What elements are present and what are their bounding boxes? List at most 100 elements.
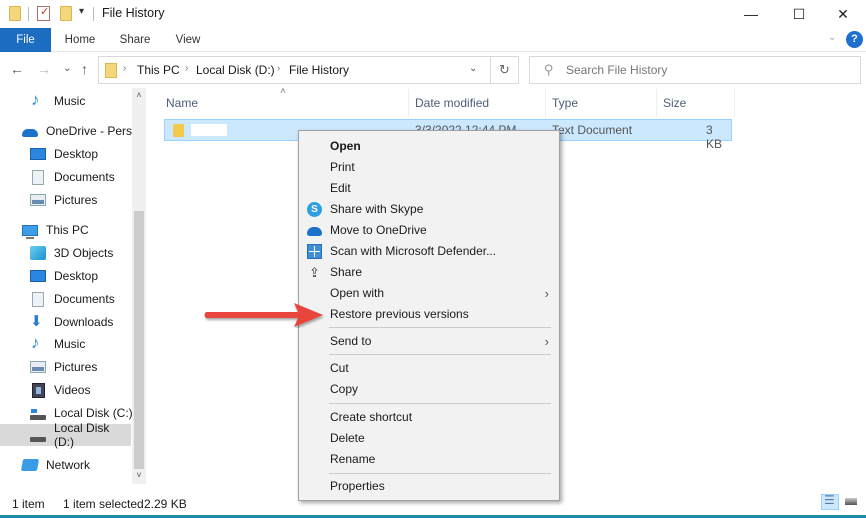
menu-item-move-to-onedrive[interactable]: Move to OneDrive [299,220,559,241]
expand-ribbon-icon[interactable]: ⌄ [828,32,836,43]
menu-item-send-to[interactable]: Send to › [299,331,559,352]
menu-item-restore-previous-versions[interactable]: Restore previous versions [299,304,559,325]
sidebar-item-pictures[interactable]: Pictures [30,356,97,378]
sidebar-item-downloads[interactable]: Downloads [30,311,113,333]
address-dropdown-icon[interactable]: ⌄ [469,63,477,74]
window-title: File History [102,6,165,20]
menu-item-print[interactable]: Print [299,157,559,178]
sidebar-item-network[interactable]: Network [20,454,90,476]
menu-item-label: Restore previous versions [330,307,469,321]
sidebar-item-onedrive-documents[interactable]: Documents [30,166,115,188]
maximize-button[interactable]: ☐ [776,0,822,28]
menu-item-cut[interactable]: Cut [299,358,559,379]
menu-item-share[interactable]: ⇪ Share [299,262,559,283]
menu-item-label: Open [330,139,361,153]
sidebar-item-onedrive-desktop[interactable]: Desktop [30,143,98,165]
menu-item-copy[interactable]: Copy [299,379,559,400]
sidebar-item-documents[interactable]: Documents [30,288,115,310]
sidebar-item-this-pc[interactable]: This PC [22,219,89,241]
close-button[interactable]: ✕ [820,0,866,28]
menu-item-label: Properties [330,479,385,493]
new-folder-icon[interactable] [60,6,72,21]
music-icon [30,333,46,353]
breadcrumb-separator[interactable]: › [185,63,188,74]
recent-locations-button[interactable]: ⌄ [63,63,71,74]
sidebar-item-music-pc[interactable]: Music [30,333,85,355]
back-button[interactable]: ← [10,61,24,77]
menu-item-open[interactable]: Open [299,136,559,157]
breadcrumb-local-disk-d[interactable]: Local Disk (D:) [196,63,275,77]
breadcrumb-separator[interactable]: › [123,63,126,74]
menu-item-label: Cut [330,361,349,375]
menu-item-rename[interactable]: Rename [299,449,559,470]
sidebar-item-label: Desktop [54,269,99,283]
breadcrumb-file-history[interactable]: File History [289,63,349,77]
tab-share[interactable]: Share [113,28,157,52]
column-header-name[interactable]: Name [160,89,409,117]
scroll-down-icon[interactable]: ˅ [134,470,144,480]
divider [93,7,94,21]
menu-item-label: Delete [330,431,365,445]
sidebar-scrollbar[interactable]: ˄ ˅ [132,88,146,484]
breadcrumb-this-pc[interactable]: This PC [137,63,180,77]
file-size: 3 KB [706,123,723,151]
title-bar: ▾ File History — ☐ ✕ [0,0,866,28]
large-icons-view-button[interactable] [842,494,860,510]
refresh-button[interactable]: ↻ [491,56,519,84]
up-button[interactable]: ↑ [81,61,88,77]
folder-icon [9,6,21,21]
customize-quick-access-icon[interactable]: ▾ [79,6,84,17]
this-pc-icon [22,224,38,239]
details-view-button[interactable] [821,493,839,510]
videos-icon [32,382,45,398]
menu-item-edit[interactable]: Edit [299,178,559,199]
menu-item-label: Print [330,160,355,174]
sidebar-item-music[interactable]: Music [30,90,85,112]
column-header-size[interactable]: Size [657,89,735,117]
sidebar-item-label: Local Disk (D:) [54,421,110,449]
sidebar-item-3d-objects[interactable]: 3D Objects [30,242,113,264]
minimize-button[interactable]: — [728,0,774,28]
selection-size: 2.29 KB [144,497,187,511]
menu-item-label: Move to OneDrive [330,223,427,237]
pictures-icon [30,194,46,206]
tab-view[interactable]: View [166,28,210,52]
properties-icon[interactable] [37,5,50,21]
sidebar-item-videos[interactable]: Videos [30,379,90,401]
ribbon-tabs: File Home Share View ⌄ ? [0,28,866,52]
local-disk-d-icon [30,436,46,442]
chevron-right-icon: › [544,286,549,301]
sidebar-item-desktop[interactable]: Desktop [30,265,98,287]
menu-separator [329,473,551,474]
tab-file[interactable]: File [0,28,51,52]
navigation-pane: Music OneDrive - Persor Desktop Document… [0,88,147,488]
search-icon: ⚲ [544,62,554,77]
tab-home[interactable]: Home [58,28,102,52]
sidebar-item-onedrive[interactable]: OneDrive - Persor [22,120,143,142]
music-icon [30,90,46,110]
menu-item-label: Share with Skype [330,202,424,216]
breadcrumb-separator[interactable]: › [277,63,280,74]
skype-icon: S [307,202,322,217]
menu-item-delete[interactable]: Delete [299,428,559,449]
sidebar-item-label: 3D Objects [54,246,114,260]
menu-item-scan-defender[interactable]: Scan with Microsoft Defender... [299,241,559,262]
menu-item-open-with[interactable]: Open with › [299,283,559,304]
menu-separator [329,327,551,328]
search-box[interactable]: ⚲ [529,56,861,84]
search-input[interactable] [566,61,846,79]
chevron-right-icon: › [544,334,549,349]
address-bar[interactable]: › This PC › Local Disk (D:) › File Histo… [98,56,491,84]
menu-item-label: Open with [330,286,385,300]
scroll-up-icon[interactable]: ˄ [134,90,144,100]
column-header-date-modified[interactable]: Date modified [409,89,546,117]
sidebar-item-local-disk-d[interactable]: Local Disk (D:) [0,421,131,449]
sidebar-item-onedrive-pictures[interactable]: Pictures [30,189,97,211]
menu-item-create-shortcut[interactable]: Create shortcut [299,407,559,428]
column-header-type[interactable]: Type [546,89,657,117]
scrollbar-thumb[interactable] [134,211,144,469]
menu-item-share-with-skype[interactable]: S Share with Skype [299,199,559,220]
forward-button[interactable]: → [37,61,51,77]
help-icon[interactable]: ? [846,31,863,48]
file-type: Text Document [552,123,633,137]
